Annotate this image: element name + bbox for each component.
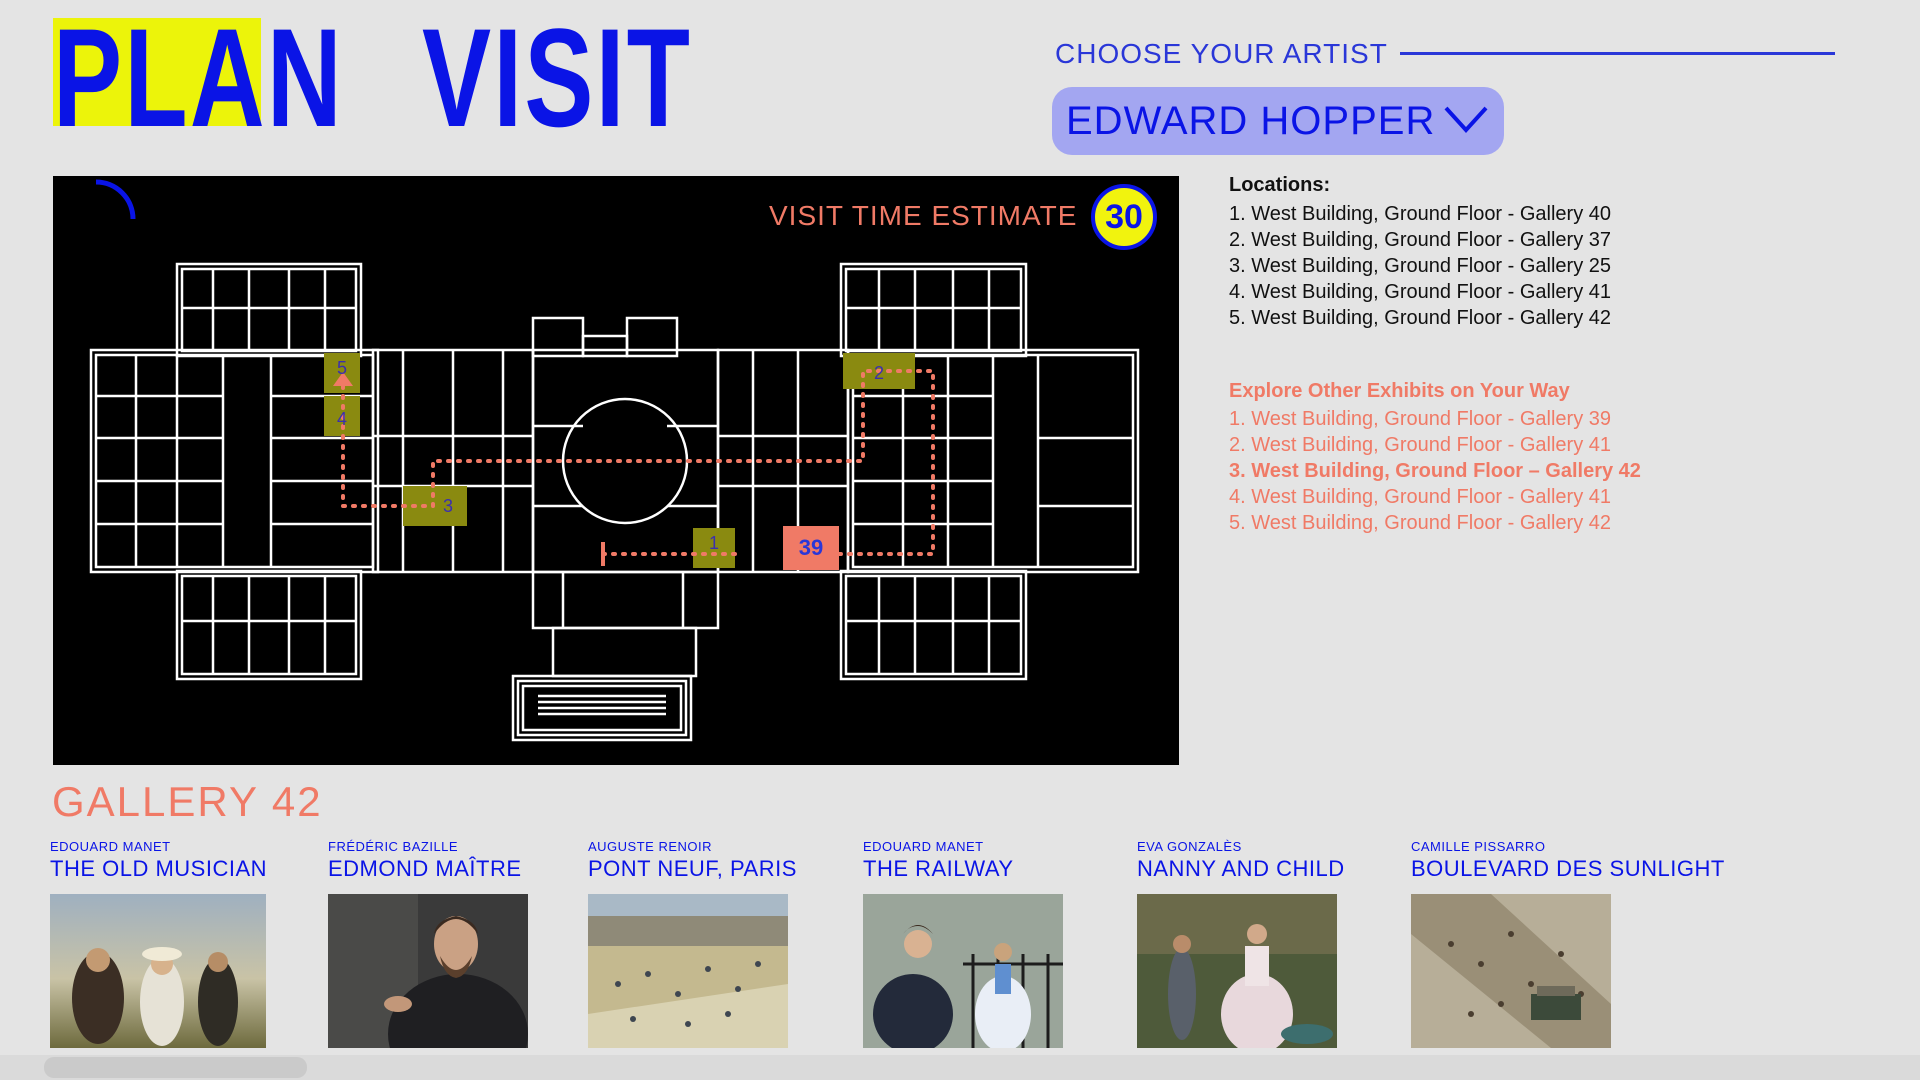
artwork-title: THE OLD MUSICIAN <box>50 856 268 881</box>
artwork-title: EDMOND MAÎTRE <box>328 856 522 881</box>
visit-time-label: VISIT TIME ESTIMATE <box>769 200 1078 231</box>
stop-2-label: 2 <box>874 363 884 383</box>
locations-heading: Locations: <box>1229 174 1331 196</box>
explore-list: Explore Other Exhibits on Your Way 1. We… <box>1229 380 1641 536</box>
divider-line <box>1400 52 1835 55</box>
location-item: 4. West Building, Ground Floor - Gallery… <box>1229 281 1612 303</box>
current-gallery-label: 39 <box>799 535 823 560</box>
artwork-card[interactable]: EVA GONZALÈS NANNY AND CHILD <box>1137 839 1345 1048</box>
locations-list: Locations: 1. West Building, Ground Floo… <box>1229 174 1611 331</box>
artwork-thumbnail[interactable] <box>588 894 788 1048</box>
explore-item[interactable]: 2. West Building, Ground Floor - Gallery… <box>1229 432 1641 458</box>
artwork-card[interactable]: FRÉDÉRIC BAZILLE EDMOND MAÎTRE <box>328 839 528 1048</box>
artwork-thumbnail[interactable] <box>50 894 266 1048</box>
artist-dropdown[interactable]: EDWARD HOPPER <box>1052 87 1504 155</box>
chevron-down-icon <box>1443 104 1489 139</box>
artwork-artist: EDOUARD MANET <box>50 839 171 854</box>
artwork-card[interactable]: AUGUSTE RENOIR PONT NEUF, PARIS <box>588 839 797 1048</box>
artwork-thumbnail[interactable] <box>1137 894 1337 1048</box>
artwork-title: NANNY AND CHILD <box>1137 856 1345 881</box>
artwork-card[interactable]: CAMILLE PISSARRO BOULEVARD DES SUNLIGHT <box>1411 839 1725 1048</box>
artwork-artist: EDOUARD MANET <box>863 839 984 854</box>
scrollbar-thumb[interactable] <box>44 1057 307 1078</box>
artwork-artist: AUGUSTE RENOIR <box>588 839 713 854</box>
title-highlight-text: PLAN <box>53 0 344 156</box>
artist-dropdown-value: EDWARD HOPPER <box>1066 98 1436 143</box>
visit-time-value: 30 <box>1105 197 1143 236</box>
artwork-card[interactable]: EDOUARD MANET THE OLD MUSICIAN <box>50 839 267 1048</box>
artwork-artist: CAMILLE PISSARRO <box>1411 839 1546 854</box>
timer-arc-icon <box>95 179 136 220</box>
explore-item[interactable]: 1. West Building, Ground Floor - Gallery… <box>1229 406 1641 432</box>
title-highlight: PLAN <box>53 8 446 148</box>
explore-item-active[interactable]: 3. West Building, Ground Floor – Gallery… <box>1229 458 1641 484</box>
floor-plan: 5 4 3 2 1 39 <box>89 262 1140 742</box>
artwork-title: BOULEVARD DES SUNLIGHT <box>1411 856 1725 881</box>
artwork-thumbnail[interactable] <box>863 894 1063 1048</box>
stop-1-label: 1 <box>709 533 719 553</box>
location-item: 3. West Building, Ground Floor - Gallery… <box>1229 255 1612 277</box>
stop-5-label: 5 <box>337 358 347 378</box>
location-item: 5. West Building, Ground Floor - Gallery… <box>1229 307 1612 329</box>
artwork-thumbnail[interactable] <box>1411 894 1611 1048</box>
gallery-title: GALLERY 42 <box>52 778 323 825</box>
location-item: 2. West Building, Ground Floor - Gallery… <box>1229 229 1612 251</box>
museum-floor-map[interactable]: 5 4 3 2 1 39 VISIT TIME ESTIMATE 30 <box>53 176 1179 765</box>
location-item: 1. West Building, Ground Floor - Gallery… <box>1229 203 1612 225</box>
artwork-artist: FRÉDÉRIC BAZILLE <box>328 839 459 854</box>
stop-4-label: 4 <box>337 409 347 429</box>
explore-heading: Explore Other Exhibits on Your Way <box>1229 380 1570 402</box>
artwork-artist: EVA GONZALÈS <box>1137 839 1242 854</box>
artwork-title: THE RAILWAY <box>863 856 1014 881</box>
explore-item[interactable]: 4. West Building, Ground Floor - Gallery… <box>1229 484 1641 510</box>
artwork-title: PONT NEUF, PARIS <box>588 856 797 881</box>
artwork-card[interactable]: EDOUARD MANET THE RAILWAY <box>863 839 1063 1048</box>
stop-3-label: 3 <box>443 496 453 516</box>
choose-artist-label: CHOOSE YOUR ARTIST <box>1055 38 1388 69</box>
explore-item[interactable]: 5. West Building, Ground Floor - Gallery… <box>1229 510 1641 536</box>
visit-time-badge: 30 <box>1091 184 1157 250</box>
artwork-thumbnail[interactable] <box>328 894 528 1048</box>
page-title: PLAN YOUR MUSEUM VISIT <box>53 0 1920 148</box>
